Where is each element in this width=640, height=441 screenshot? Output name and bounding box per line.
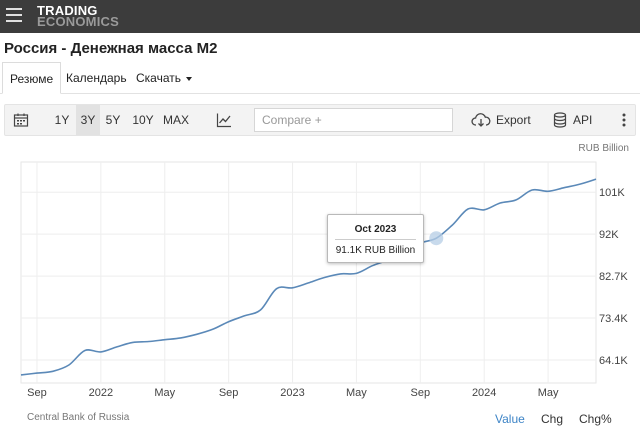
y-tick-label: 82.7K: [599, 271, 628, 283]
hover-point: [429, 231, 444, 246]
line-chart[interactable]: Sep 2022 May Sep 2023 May Sep 2024 May 64.1K 73.4K…: [0, 136, 640, 441]
tooltip-date: Oct 2023: [354, 224, 397, 235]
menu-icon[interactable]: [6, 8, 22, 22]
data-source: Central Bank of Russia: [27, 412, 130, 423]
range-1y-button[interactable]: 1Y: [51, 105, 73, 135]
range-10y-button[interactable]: 10Y: [129, 105, 157, 135]
chart-toolbar: 1Y 3Y 5Y 10Y MAX Export API: [4, 104, 636, 136]
more-options-icon[interactable]: [617, 105, 631, 135]
tab-summary-label: Резюме: [10, 72, 54, 86]
api-button[interactable]: API: [553, 105, 597, 135]
tab-bar: Резюме Календарь Скачать: [0, 62, 640, 94]
brand-logo[interactable]: TRADING ECONOMICS: [37, 4, 119, 29]
calendar-icon[interactable]: [11, 105, 31, 135]
y-tick-label: 64.1K: [599, 355, 628, 367]
tooltip-value: 91.1K RUB Billion: [335, 245, 416, 256]
x-tick-label: Sep: [411, 387, 431, 399]
chart-tooltip: Oct 2023 91.1K RUB Billion: [327, 214, 424, 263]
cloud-download-icon: [471, 113, 491, 127]
brand-line2: ECONOMICS: [37, 14, 119, 29]
tab-download[interactable]: Скачать: [136, 62, 192, 94]
x-tick-label: May: [538, 387, 559, 399]
compare-input[interactable]: [254, 108, 453, 132]
range-max-button[interactable]: MAX: [161, 105, 191, 135]
database-icon: [553, 112, 567, 128]
change-tab[interactable]: Chg: [541, 412, 563, 426]
y-tick-label: 92K: [599, 229, 619, 241]
x-tick-label: Sep: [27, 387, 47, 399]
page-title: Россия - Денежная масса M2: [4, 40, 218, 57]
api-label: API: [573, 113, 593, 127]
range-3y-button[interactable]: 3Y: [76, 105, 100, 135]
x-tick-label: Sep: [219, 387, 239, 399]
y-tick-label: 101K: [599, 187, 625, 199]
x-tick-label: 2023: [280, 387, 304, 399]
series-line: [20, 178, 597, 376]
top-bar: TRADING ECONOMICS: [0, 0, 640, 33]
tab-calendar-label: Календарь: [66, 71, 127, 85]
export-button[interactable]: Export: [471, 105, 535, 135]
y-tick-label: 73.4K: [599, 313, 628, 325]
change-percent-tab[interactable]: Chg%: [579, 412, 612, 426]
x-tick-label: May: [154, 387, 175, 399]
tab-download-label: Скачать: [136, 71, 181, 85]
range-5y-button[interactable]: 5Y: [102, 105, 124, 135]
value-tab[interactable]: Value: [495, 412, 525, 426]
export-label: Export: [496, 113, 531, 127]
x-tick-label: May: [346, 387, 367, 399]
line-chart-icon[interactable]: [213, 105, 235, 135]
tab-summary[interactable]: Резюме: [2, 62, 62, 94]
x-tick-label: 2022: [89, 387, 113, 399]
tab-calendar[interactable]: Календарь: [66, 62, 127, 94]
chevron-down-icon: [186, 76, 192, 81]
tooltip-divider: [335, 239, 416, 240]
x-tick-label: 2024: [472, 387, 496, 399]
